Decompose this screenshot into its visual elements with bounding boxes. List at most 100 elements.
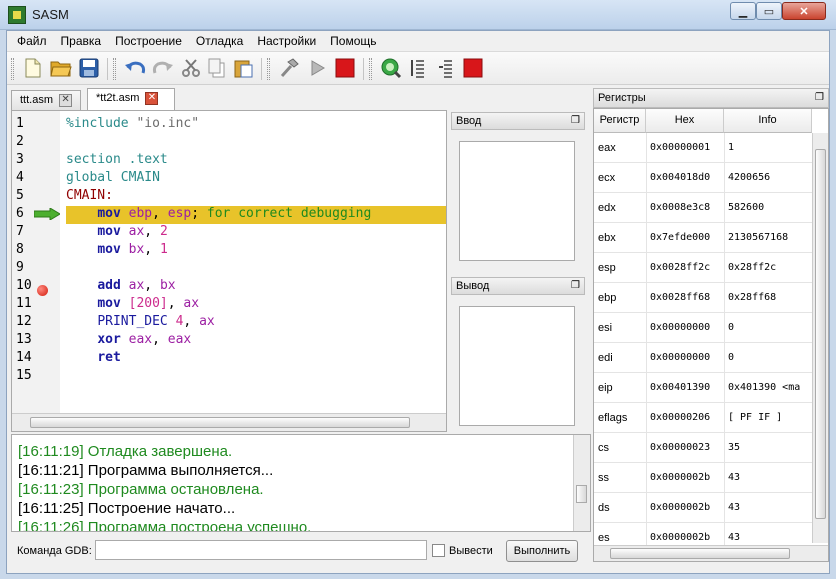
code-line-14[interactable]: ret [66, 350, 120, 368]
register-name: eip [598, 382, 613, 394]
undo-button[interactable] [123, 56, 147, 80]
register-row[interactable]: eip 0x00401390 0x401390 <ma [594, 373, 812, 403]
code-editor[interactable]: 1 2 3 4 5 6 7 8 9 10 11 12 13 14 15 %inc… [11, 110, 447, 432]
editor-horizontal-scrollbar[interactable] [12, 413, 446, 431]
register-hex: 0x00000001 [650, 142, 711, 153]
code-line-13[interactable]: xor eax, eax [66, 332, 191, 350]
registers-vertical-scrollbar[interactable] [812, 133, 828, 543]
registers-title: Регистры [598, 92, 646, 104]
open-file-button[interactable] [49, 56, 73, 80]
output-pane-header: Вывод ❐ [451, 277, 585, 295]
build-log[interactable]: [16:11:19] Отладка завершена. [16:11:21]… [11, 434, 591, 532]
register-row[interactable]: ebx 0x7efde000 2130567168 [594, 223, 812, 253]
show-checkbox[interactable] [432, 544, 445, 557]
register-row[interactable]: ecx 0x004018d0 4200656 [594, 163, 812, 193]
column-header-info[interactable]: Info [724, 109, 812, 133]
menu-help[interactable]: Помощь [324, 31, 384, 51]
float-pane-icon[interactable]: ❐ [571, 115, 580, 126]
toolbar-grip[interactable] [369, 58, 372, 80]
step-into-button[interactable] [435, 56, 459, 80]
line-number: 14 [16, 350, 32, 365]
menu-edit[interactable]: Правка [55, 31, 110, 51]
step-over-button[interactable] [407, 56, 431, 80]
save-button[interactable] [77, 56, 101, 80]
minimize-button[interactable]: ▁ [730, 2, 756, 20]
log-line: [16:11:21] Программа выполняется... [18, 462, 274, 479]
registers-table[interactable]: Регистр Hex Info eax 0x00000001 1 ecx 0x0040… [593, 108, 829, 562]
stop-button[interactable] [333, 56, 357, 80]
toolbar-grip[interactable] [267, 58, 270, 80]
column-header-hex[interactable]: Hex [646, 109, 724, 133]
stop-icon [463, 58, 483, 78]
register-hex: 0x0028ff68 [650, 292, 711, 303]
output-textarea[interactable] [459, 306, 575, 426]
register-row[interactable]: eflags 0x00000206 [ PF IF ] [594, 403, 812, 433]
maximize-button[interactable]: ▭ [756, 2, 782, 20]
registers-horizontal-scrollbar[interactable] [594, 545, 828, 561]
scrollbar-thumb[interactable] [815, 149, 826, 519]
code-line-1[interactable]: %include "io.inc" [66, 116, 199, 134]
code-line-4[interactable]: global CMAIN [66, 170, 160, 188]
line-number: 6 [16, 206, 24, 221]
gdb-command-input[interactable] [95, 540, 427, 560]
tab-tt2t-asm[interactable]: *tt2t.asm ✕ [87, 88, 175, 110]
register-row[interactable]: esi 0x00000000 0 [594, 313, 812, 343]
line-number: 12 [16, 314, 32, 329]
register-info: 0 [728, 352, 735, 363]
code-line-8[interactable]: mov bx, 1 [66, 242, 167, 260]
register-row[interactable]: ds 0x0000002b 43 [594, 493, 812, 523]
floppy-icon [79, 58, 99, 78]
code-line-9[interactable] [66, 260, 74, 278]
code-line-5[interactable]: CMAIN: [66, 188, 113, 206]
code-line-6-current[interactable]: mov ebp, esp; for correct debugging [66, 206, 446, 224]
register-row[interactable]: cs 0x00000023 35 [594, 433, 812, 463]
register-row[interactable]: ss 0x0000002b 43 [594, 463, 812, 493]
scrollbar-thumb[interactable] [30, 417, 410, 428]
line-number: 5 [16, 188, 24, 203]
code-line-10[interactable]: add ax, bx [66, 278, 175, 296]
new-file-button[interactable] [21, 56, 45, 80]
log-vertical-scrollbar[interactable] [573, 435, 590, 531]
tab-ttt-asm[interactable]: ttt.asm ✕ [11, 90, 81, 110]
code-line-7[interactable]: mov ax, 2 [66, 224, 167, 242]
menu-build[interactable]: Построение [109, 31, 190, 51]
toolbar-grip[interactable] [113, 58, 116, 80]
cut-button[interactable] [179, 56, 203, 80]
log-line: [16:11:23] Программа остановлена. [18, 481, 264, 498]
close-button[interactable]: ✕ [782, 2, 826, 20]
menu-file[interactable]: Файл [11, 31, 55, 51]
execute-button[interactable]: Выполнить [506, 540, 578, 562]
register-name: es [598, 532, 610, 544]
register-row[interactable]: edx 0x0008e3c8 582600 [594, 193, 812, 223]
stop-debug-button[interactable] [461, 56, 485, 80]
scrollbar-thumb[interactable] [576, 485, 587, 503]
column-header-register[interactable]: Регистр [594, 109, 646, 133]
menu-debug[interactable]: Отладка [190, 31, 251, 51]
build-button[interactable] [277, 56, 301, 80]
line-number-gutter[interactable]: 1 2 3 4 5 6 7 8 9 10 11 12 13 14 15 [12, 111, 60, 413]
scrollbar-thumb[interactable] [610, 548, 790, 559]
code-line-12[interactable]: PRINT_DEC 4, ax [66, 314, 214, 332]
paste-button[interactable] [231, 56, 255, 80]
code-line-11[interactable]: mov [200], ax [66, 296, 199, 314]
breakpoint-icon[interactable] [37, 285, 48, 296]
close-tab-icon[interactable]: ✕ [59, 94, 73, 107]
code-line-3[interactable]: section .text [66, 152, 168, 170]
code-line-2[interactable] [66, 134, 74, 152]
register-row[interactable]: esp 0x0028ff2c 0x28ff2c [594, 253, 812, 283]
copy-button[interactable] [205, 56, 229, 80]
tab-label: *tt2t.asm [96, 92, 140, 104]
float-pane-icon[interactable]: ❐ [571, 280, 580, 291]
close-tab-icon[interactable]: ✕ [145, 92, 159, 105]
debug-button[interactable] [379, 56, 403, 80]
run-button[interactable] [305, 56, 329, 80]
register-hex: 0x00000000 [650, 322, 711, 333]
register-row[interactable]: ebp 0x0028ff68 0x28ff68 [594, 283, 812, 313]
float-pane-icon[interactable]: ❐ [815, 92, 824, 103]
register-row[interactable]: eax 0x00000001 1 [594, 133, 812, 163]
redo-button[interactable] [151, 56, 175, 80]
toolbar-grip[interactable] [11, 58, 14, 80]
register-row[interactable]: edi 0x00000000 0 [594, 343, 812, 373]
input-textarea[interactable] [459, 141, 575, 261]
menu-settings[interactable]: Настройки [251, 31, 324, 51]
